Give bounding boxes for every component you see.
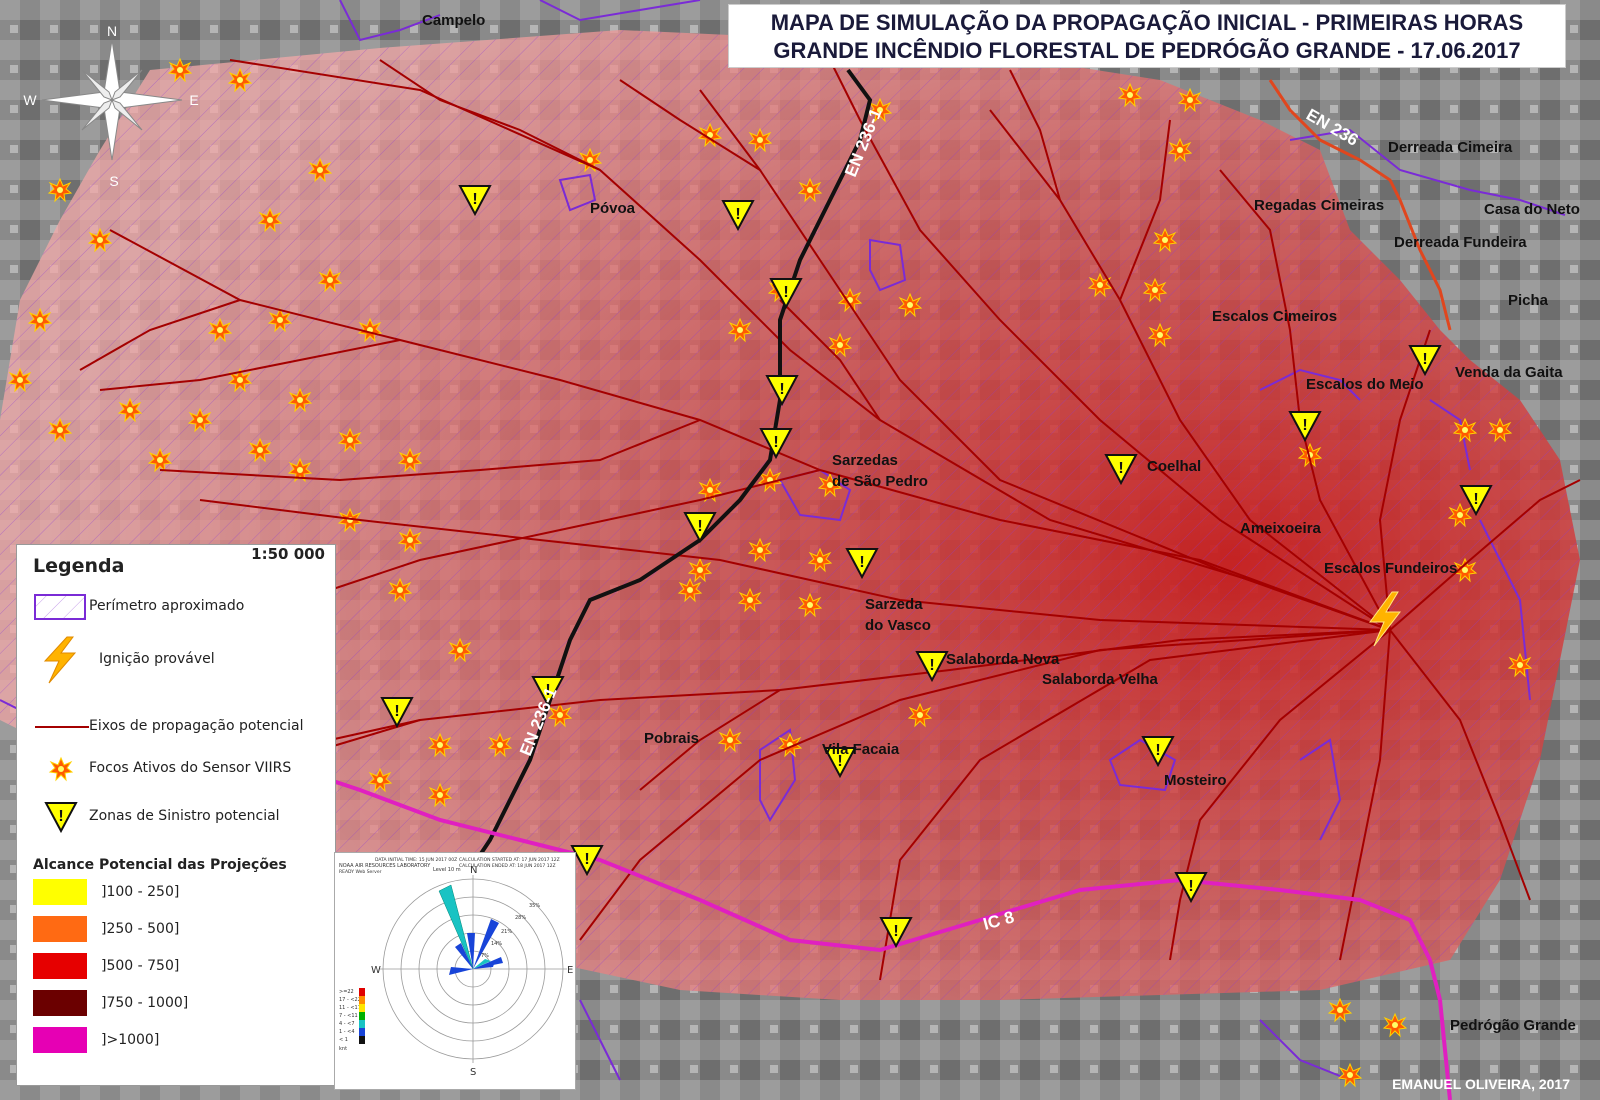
legend-item-label: Zonas de Sinistro potencial xyxy=(89,808,280,824)
wr-speed-swatch xyxy=(359,988,365,996)
place-label: Escalos Fundeiros xyxy=(1324,560,1457,577)
range-swatch xyxy=(33,879,87,905)
wr-s: S xyxy=(470,1067,476,1078)
wr-e: E xyxy=(567,965,573,976)
range-label: ]500 - 750] xyxy=(101,958,180,974)
map-title-line1: MAPA DE SIMULAÇÃO DA PROPAGAÇÃO INICIAL … xyxy=(770,10,1524,35)
wr-ring: 35% xyxy=(529,903,540,909)
compass-s: S xyxy=(109,173,118,189)
legend-item-label: Perímetro aproximado xyxy=(89,598,245,614)
place-label: Sarzedas xyxy=(832,452,898,469)
range-swatch xyxy=(33,1027,87,1053)
wr-petal xyxy=(438,884,474,970)
legend-range-row: ]100 - 250] xyxy=(33,879,179,905)
perimeter-symbol-icon xyxy=(34,594,86,620)
place-label: Picha xyxy=(1508,292,1549,309)
legend-range-row: ]500 - 750] xyxy=(33,953,179,979)
range-label: ]250 - 500] xyxy=(101,921,180,937)
wr-speed-swatch xyxy=(359,1012,365,1020)
place-label: Regadas Cimeiras xyxy=(1254,197,1384,214)
wr-header: CALCULATION STARTED AT: 17 JUN 2017 12Z xyxy=(459,857,560,863)
place-label: Salaborda Velha xyxy=(1042,671,1159,688)
place-label: Derreada Fundeira xyxy=(1394,234,1527,251)
place-label: Venda da Gaita xyxy=(1455,364,1563,381)
wr-speed-swatch xyxy=(359,1004,365,1012)
range-label: ]750 - 1000] xyxy=(101,995,189,1011)
place-label: Sarzeda xyxy=(865,596,923,613)
propagation-axis-icon xyxy=(35,726,89,728)
map-scale: 1:50 000 xyxy=(251,545,325,563)
wind-rose-chart: DATA INITIAL TIME: 15 JUN 2017 00Z NOAA … xyxy=(339,857,573,1078)
place-label: Escalos do Meio xyxy=(1306,376,1424,393)
place-label: Casa do Neto xyxy=(1484,201,1580,218)
wind-rose-inset: DATA INITIAL TIME: 15 JUN 2017 00Z NOAA … xyxy=(334,852,576,1090)
wr-speed: >=22 xyxy=(339,989,354,995)
place-label: do Vasco xyxy=(865,617,931,634)
map-title-line2: GRANDE INCÊNDIO FLORESTAL DE PEDRÓGÃO GR… xyxy=(773,38,1521,63)
legend-title: Legenda xyxy=(33,555,125,577)
legend-panel: Legenda 1:50 000 Perímetro aproximado Ig… xyxy=(16,544,336,1086)
wr-speed: 1 - <4 xyxy=(339,1029,355,1035)
legend-range-row: ]750 - 1000] xyxy=(33,990,188,1016)
wr-speed: 4 - <7 xyxy=(339,1021,355,1027)
place-label: Derreada Cimeira xyxy=(1388,139,1513,156)
place-label: Coelhal xyxy=(1147,458,1201,475)
wr-header: NOAA AIR RESOURCES LABORATORY xyxy=(339,863,431,869)
wr-unit: knt xyxy=(339,1046,347,1052)
compass-n: N xyxy=(107,23,117,39)
range-swatch xyxy=(33,916,87,942)
legend-item-label: Focos Ativos do Sensor VIIRS xyxy=(89,760,292,776)
wr-speed: < 1 xyxy=(339,1037,348,1043)
wr-speed: 11 - <17 xyxy=(339,1005,361,1011)
range-swatch xyxy=(33,990,87,1016)
range-label: ]100 - 250] xyxy=(101,884,180,900)
place-label: de São Pedro xyxy=(832,473,928,490)
wr-ring: 28% xyxy=(515,915,526,921)
legend-item-perimeter: Perímetro aproximado xyxy=(33,589,244,623)
place-label: Escalos Cimeiros xyxy=(1212,308,1337,325)
wr-speed: 7 - <11 xyxy=(339,1013,358,1019)
wr-speed-swatch xyxy=(359,1020,365,1028)
wr-header: READY Web Server xyxy=(339,869,382,875)
place-label: Ameixoeira xyxy=(1240,520,1322,537)
fire-focus-icon xyxy=(49,757,73,781)
place-label: Pobrais xyxy=(644,730,699,747)
place-label: Póvoa xyxy=(590,200,636,217)
place-label: Pedrógão Grande xyxy=(1450,1017,1576,1034)
legend-item-axes: Eixos de propagação potencial xyxy=(33,709,303,743)
legend-item-ignition: Ignição provável xyxy=(33,633,215,685)
place-label: Salaborda Nova xyxy=(946,651,1060,668)
wr-w: W xyxy=(371,965,381,976)
wr-petal xyxy=(449,967,473,975)
range-swatch xyxy=(33,953,87,979)
wr-ring: 14% xyxy=(491,941,502,947)
place-label: Vila Facaia xyxy=(822,741,900,758)
wr-ring: 7% xyxy=(481,953,489,959)
place-label: Campelo xyxy=(422,12,485,29)
wr-speed: 17 - <22 xyxy=(339,997,361,1003)
range-title: Alcance Potencial das Projeções xyxy=(33,857,287,873)
lightning-icon xyxy=(43,636,77,684)
map-title-box: MAPA DE SIMULAÇÃO DA PROPAGAÇÃO INICIAL … xyxy=(728,4,1566,68)
wr-level: Level 10 m xyxy=(433,867,461,873)
compass-e: E xyxy=(189,92,198,108)
wr-speed-swatch xyxy=(359,1036,365,1044)
range-label: ]>1000] xyxy=(101,1032,160,1048)
legend-item-incident-zones: Zonas de Sinistro potencial xyxy=(33,799,280,833)
wr-speed-swatch xyxy=(359,996,365,1004)
author-credit: EMANUEL OLIVEIRA, 2017 xyxy=(1392,1076,1570,1092)
legend-item-label: Ignição provável xyxy=(99,651,215,667)
place-label: Mosteiro xyxy=(1164,772,1227,789)
wr-n: N xyxy=(470,865,477,876)
wr-speed-swatch xyxy=(359,1028,365,1036)
wr-ring: 21% xyxy=(501,929,512,935)
legend-item-fire-foci: Focos Ativos do Sensor VIIRS xyxy=(33,751,291,785)
compass-w: W xyxy=(23,92,37,108)
legend-range-row: ]250 - 500] xyxy=(33,916,179,942)
warning-triangle-icon xyxy=(45,802,77,832)
legend-item-label: Eixos de propagação potencial xyxy=(89,718,304,734)
legend-range-row: ]>1000] xyxy=(33,1027,159,1053)
